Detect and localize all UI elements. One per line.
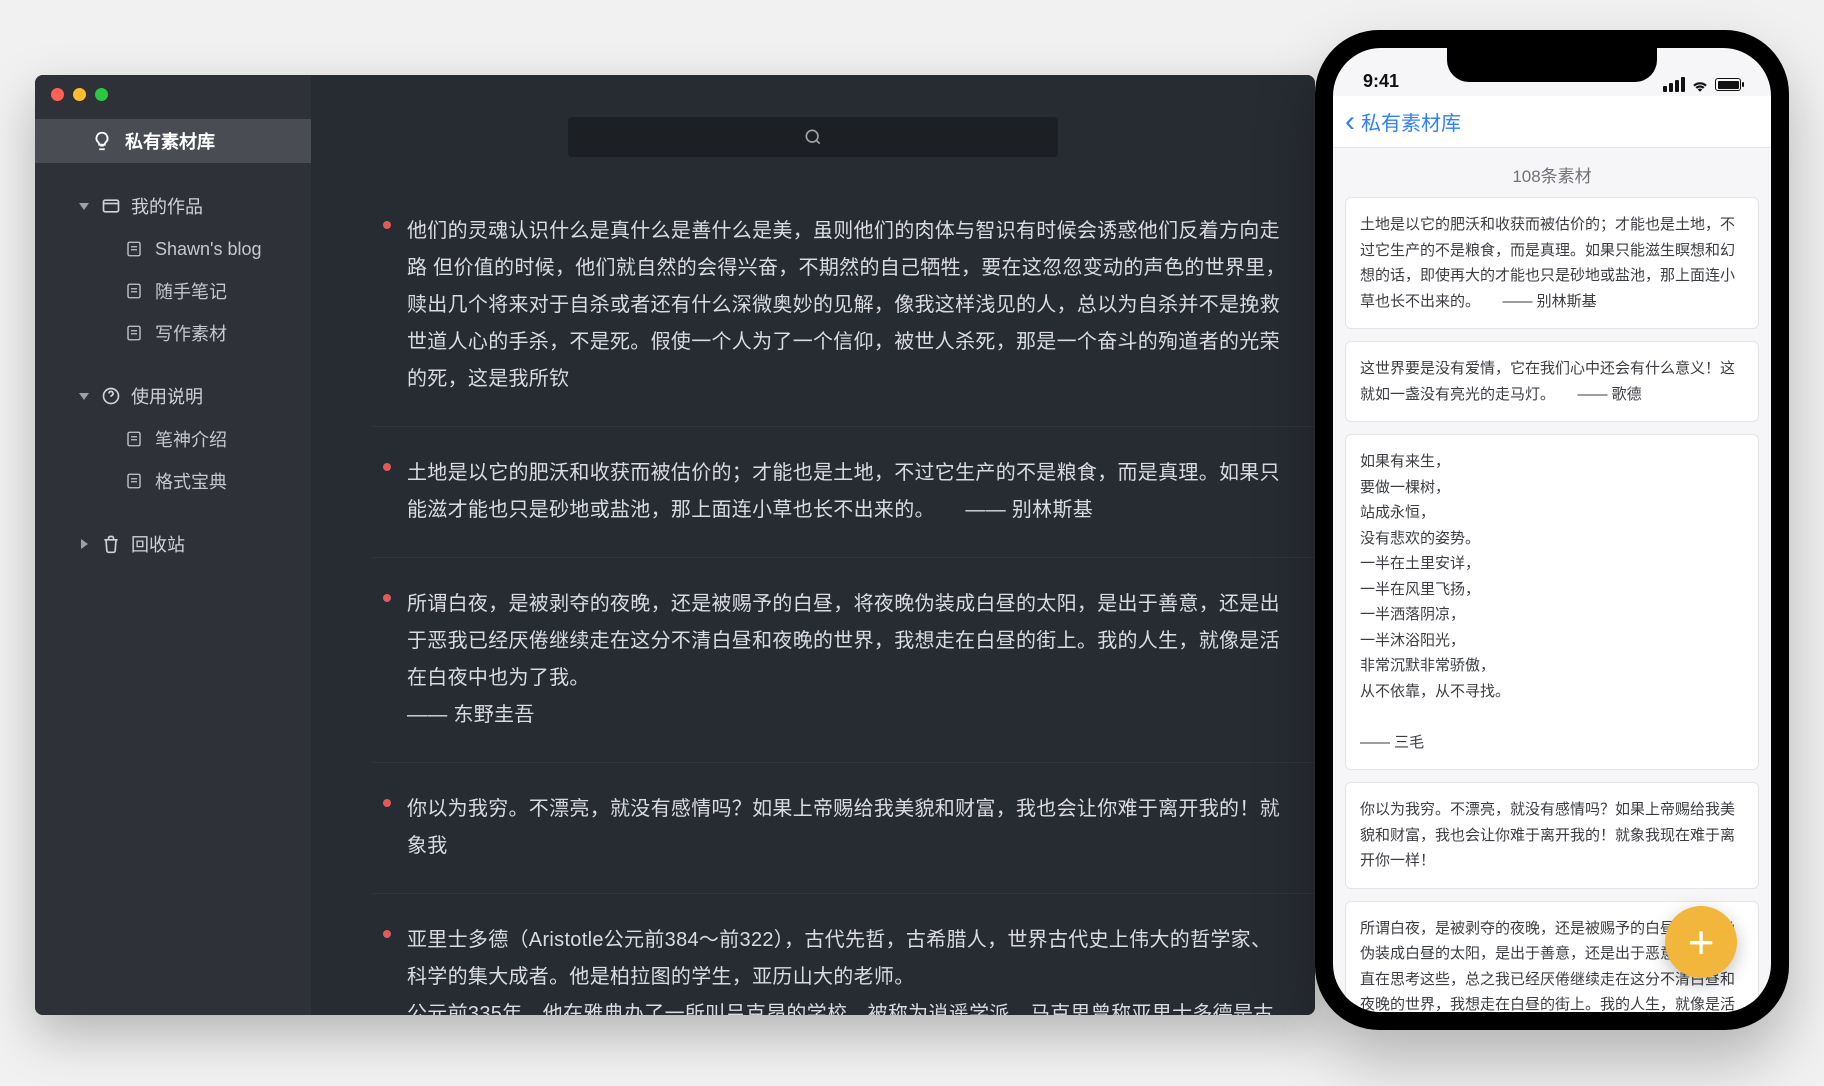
maximize-window-button[interactable] [95, 88, 108, 101]
status-time: 9:41 [1363, 71, 1399, 92]
document-icon [125, 323, 143, 343]
sidebar: 私有素材库 我的作品 Shawn's blog 随手笔记 写作素材 [35, 75, 311, 1015]
close-window-button[interactable] [51, 88, 64, 101]
document-icon [125, 471, 143, 491]
traffic-lights [51, 88, 108, 101]
phone-mockup: 9:41 ‹ 私有素材库 108条素材 土地是以它的肥沃和收获而被估价的；才能也 [1315, 30, 1789, 1030]
document-icon [125, 429, 143, 449]
card-list[interactable]: 土地是以它的肥沃和收获而被估价的；才能也是土地，不过它生产的不是粮食，而是真理。… [1333, 197, 1771, 1012]
help-icon [101, 386, 121, 406]
note-text: 亚里士多德（Aristotle公元前384～前322），古代先哲，古希腊人，世界… [407, 922, 1291, 1015]
note-list: 他们的灵魂认识什么是真什么是善什么是美，虽则他们的肉体与智识有时候会诱惑他们反着… [311, 185, 1315, 1015]
nav-bar: ‹ 私有素材库 [1333, 96, 1771, 148]
nav-title[interactable]: 私有素材库 [1361, 107, 1461, 136]
material-card[interactable]: 土地是以它的肥沃和收获而被估价的；才能也是土地，不过它生产的不是粮食，而是真理。… [1345, 197, 1759, 329]
sidebar-item-format[interactable]: 格式宝典 [35, 461, 311, 501]
phone-screen: 9:41 ‹ 私有素材库 108条素材 土地是以它的肥沃和收获而被估价的；才能也 [1333, 48, 1771, 1012]
sidebar-item-private-library[interactable]: 私有素材库 [35, 119, 311, 163]
folder-icon [101, 196, 121, 216]
sidebar-group-help[interactable]: 使用说明 [35, 375, 311, 417]
caret-down-icon [79, 203, 89, 210]
sidebar-item-material-label: 写作素材 [155, 320, 227, 346]
caret-down-icon [79, 393, 89, 400]
sidebar-item-format-label: 格式宝典 [155, 468, 227, 494]
material-card[interactable]: 这世界要是没有爱情，它在我们心中还会有什么意义！这就如一盏没有亮光的走马灯。 —… [1345, 341, 1759, 422]
note-item[interactable]: 土地是以它的肥沃和收获而被估价的；才能也是土地，不过它生产的不是粮食，而是真理。… [371, 427, 1315, 558]
sidebar-active-label: 私有素材库 [125, 128, 215, 154]
sidebar-item-notes[interactable]: 随手笔记 [35, 271, 311, 311]
trash-icon [101, 534, 121, 554]
sidebar-item-intro-label: 笔神介绍 [155, 426, 227, 452]
material-card[interactable]: 如果有来生， 要做一棵树， 站成永恒， 没有悲欢的姿势。 一半在土里安详， 一半… [1345, 434, 1759, 770]
sidebar-item-blog-label: Shawn's blog [155, 239, 262, 260]
sidebar-group-trash[interactable]: 回收站 [35, 523, 311, 565]
note-item[interactable]: 亚里士多德（Aristotle公元前384～前322），古代先哲，古希腊人，世界… [371, 894, 1315, 1015]
back-button[interactable]: ‹ [1345, 107, 1355, 137]
document-icon [125, 239, 143, 259]
note-item[interactable]: 他们的灵魂认识什么是真什么是善什么是美，虽则他们的肉体与智识有时候会诱惑他们反着… [371, 185, 1315, 427]
note-item[interactable]: 你以为我穷。不漂亮，就没有感情吗？如果上帝赐给我美貌和财富，我也会让你难于离开我… [371, 763, 1315, 894]
sidebar-item-intro[interactable]: 笔神介绍 [35, 419, 311, 459]
caret-right-icon [81, 539, 88, 549]
sidebar-item-material[interactable]: 写作素材 [35, 313, 311, 353]
material-count: 108条素材 [1333, 148, 1771, 197]
sidebar-group-works-label: 我的作品 [131, 193, 203, 219]
phone-notch [1447, 48, 1657, 82]
battery-icon [1715, 78, 1741, 91]
plus-icon: + [1688, 919, 1715, 965]
sidebar-item-blog[interactable]: Shawn's blog [35, 229, 311, 269]
note-text: 土地是以它的肥沃和收获而被估价的；才能也是土地，不过它生产的不是粮食，而是真理。… [407, 455, 1291, 529]
signal-icon [1663, 77, 1685, 92]
lightbulb-icon [91, 130, 113, 152]
sidebar-group-trash-label: 回收站 [131, 531, 185, 557]
sidebar-group-help-label: 使用说明 [131, 383, 203, 409]
note-text: 你以为我穷。不漂亮，就没有感情吗？如果上帝赐给我美貌和财富，我也会让你难于离开我… [407, 791, 1291, 865]
sidebar-item-notes-label: 随手笔记 [155, 278, 227, 304]
minimize-window-button[interactable] [73, 88, 86, 101]
wifi-icon [1691, 78, 1709, 92]
search-icon [803, 127, 823, 147]
main-panel: 他们的灵魂认识什么是真什么是善什么是美，虽则他们的肉体与智识有时候会诱惑他们反着… [311, 75, 1315, 1015]
material-card[interactable]: 你以为我穷。不漂亮，就没有感情吗？如果上帝赐给我美貌和财富，我也会让你难于离开我… [1345, 782, 1759, 889]
window-titlebar [35, 75, 1315, 113]
note-text: 所谓白夜，是被剥夺的夜晚，还是被赐予的白昼，将夜晚伪装成白昼的太阳，是出于善意，… [407, 586, 1291, 734]
note-item[interactable]: 所谓白夜，是被剥夺的夜晚，还是被赐予的白昼，将夜晚伪装成白昼的太阳，是出于善意，… [371, 558, 1315, 763]
sidebar-group-works[interactable]: 我的作品 [35, 185, 311, 227]
phone-body: 9:41 ‹ 私有素材库 108条素材 土地是以它的肥沃和收获而被估价的；才能也 [1315, 30, 1789, 1030]
desktop-window: 私有素材库 我的作品 Shawn's blog 随手笔记 写作素材 [35, 75, 1315, 1015]
search-input[interactable] [568, 117, 1058, 157]
note-text: 他们的灵魂认识什么是真什么是善什么是美，虽则他们的肉体与智识有时候会诱惑他们反着… [407, 213, 1291, 398]
add-material-fab[interactable]: + [1665, 906, 1737, 978]
status-indicators [1663, 77, 1741, 92]
document-icon [125, 281, 143, 301]
